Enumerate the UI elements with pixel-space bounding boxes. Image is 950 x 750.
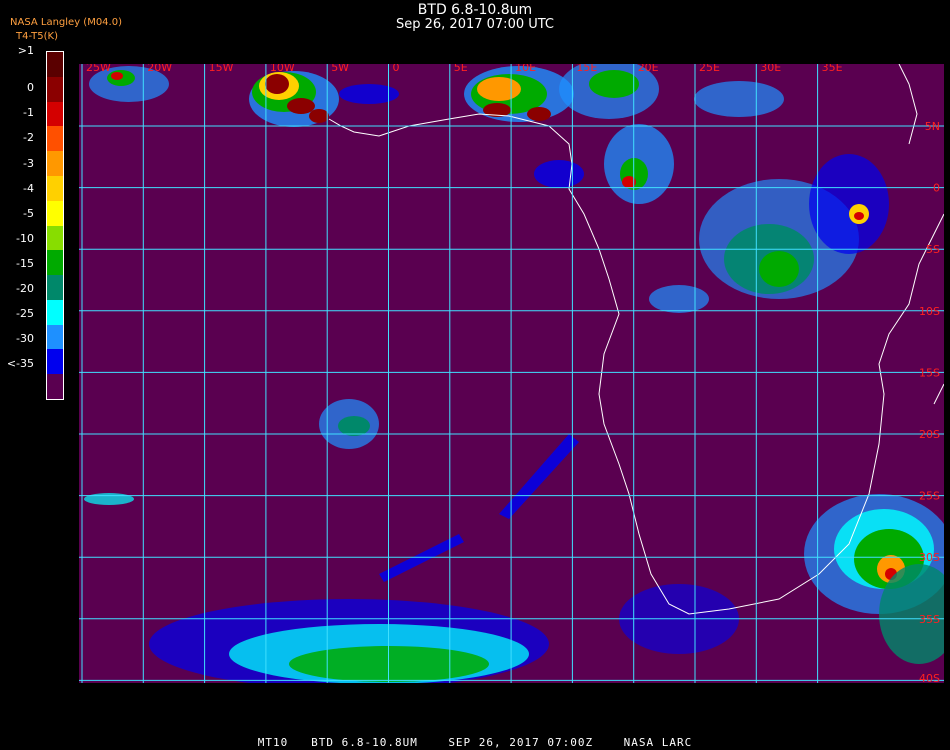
colorbar-label: -10 bbox=[16, 231, 34, 245]
satellite-map: 25W 20W 15W 10W 5W 0 5E 10E 15E 20E 25E 30E 35E 5N 0 5… bbox=[79, 64, 944, 683]
colorbar-label: -2 bbox=[23, 131, 34, 145]
longitude-label: 10E bbox=[515, 64, 536, 74]
colorbar-label: -4 bbox=[23, 181, 34, 195]
colorbar-label: -25 bbox=[16, 306, 34, 320]
colorbar-segment bbox=[47, 250, 63, 276]
colorbar-segment bbox=[47, 225, 63, 251]
colorbar-segment bbox=[47, 275, 63, 301]
colorbar-segment bbox=[47, 101, 63, 127]
colorbar-label: -30 bbox=[16, 331, 34, 345]
colorbar-segment bbox=[47, 374, 63, 400]
product-title: BTD 6.8-10.8um bbox=[417, 2, 533, 18]
latitude-label: 5S bbox=[926, 243, 940, 256]
colorbar-label: -5 bbox=[23, 206, 34, 220]
longitude-label: 5E bbox=[454, 64, 468, 74]
longitude-label: 0 bbox=[393, 64, 400, 74]
colorbar-label: <-35 bbox=[6, 356, 34, 370]
latitude-label: 40S bbox=[919, 672, 940, 683]
colorbar-label: -1 bbox=[23, 106, 34, 120]
colorbar-label: 0 bbox=[27, 81, 34, 95]
latitude-label: 20S bbox=[919, 428, 940, 441]
observation-date: Sep 26, 2017 07:00 UTC bbox=[395, 17, 555, 32]
latitude-label: 10S bbox=[919, 305, 940, 318]
latitude-label: 35S bbox=[919, 613, 940, 626]
longitude-label: 5W bbox=[331, 64, 349, 74]
longitude-label: 30E bbox=[760, 64, 781, 74]
latitude-label: 25S bbox=[919, 490, 940, 503]
colorbar-segment bbox=[47, 52, 63, 78]
colorbar-segment bbox=[47, 76, 63, 103]
units-label: T4-T5(K) bbox=[16, 31, 58, 42]
longitude-label: 20W bbox=[147, 64, 172, 74]
colorbar-segment bbox=[47, 151, 63, 177]
colorbar-label: -20 bbox=[16, 281, 34, 295]
colorbar-label: -15 bbox=[16, 256, 34, 270]
agency-label: NASA Langley (M04.0) bbox=[10, 17, 122, 28]
colorbar-segment bbox=[47, 349, 63, 375]
colorbar-segment bbox=[47, 126, 63, 152]
longitude-label: 15W bbox=[209, 64, 234, 74]
colorbar-segment bbox=[47, 324, 63, 350]
longitude-label: 25W bbox=[86, 64, 111, 74]
colorbar-label: -3 bbox=[23, 156, 34, 170]
longitude-label: 35E bbox=[822, 64, 843, 74]
longitude-label: 25E bbox=[699, 64, 720, 74]
longitude-label: 20E bbox=[638, 64, 659, 74]
latitude-label: 0 bbox=[933, 182, 940, 195]
latitude-label: 15S bbox=[919, 366, 940, 379]
latitude-label: 5N bbox=[925, 120, 940, 133]
latitude-label: 30S bbox=[919, 551, 940, 564]
longitude-label: 15E bbox=[576, 64, 597, 74]
colorbar bbox=[46, 51, 64, 400]
colorbar-label: >1 bbox=[17, 44, 34, 57]
colorbar-segment bbox=[47, 299, 63, 326]
colorbar-segment bbox=[47, 175, 63, 202]
footer-caption: MT10 BTD 6.8-10.8UM SEP 26, 2017 07:00Z … bbox=[257, 736, 693, 749]
colorbar-segment bbox=[47, 200, 63, 226]
longitude-label: 10W bbox=[270, 64, 295, 74]
